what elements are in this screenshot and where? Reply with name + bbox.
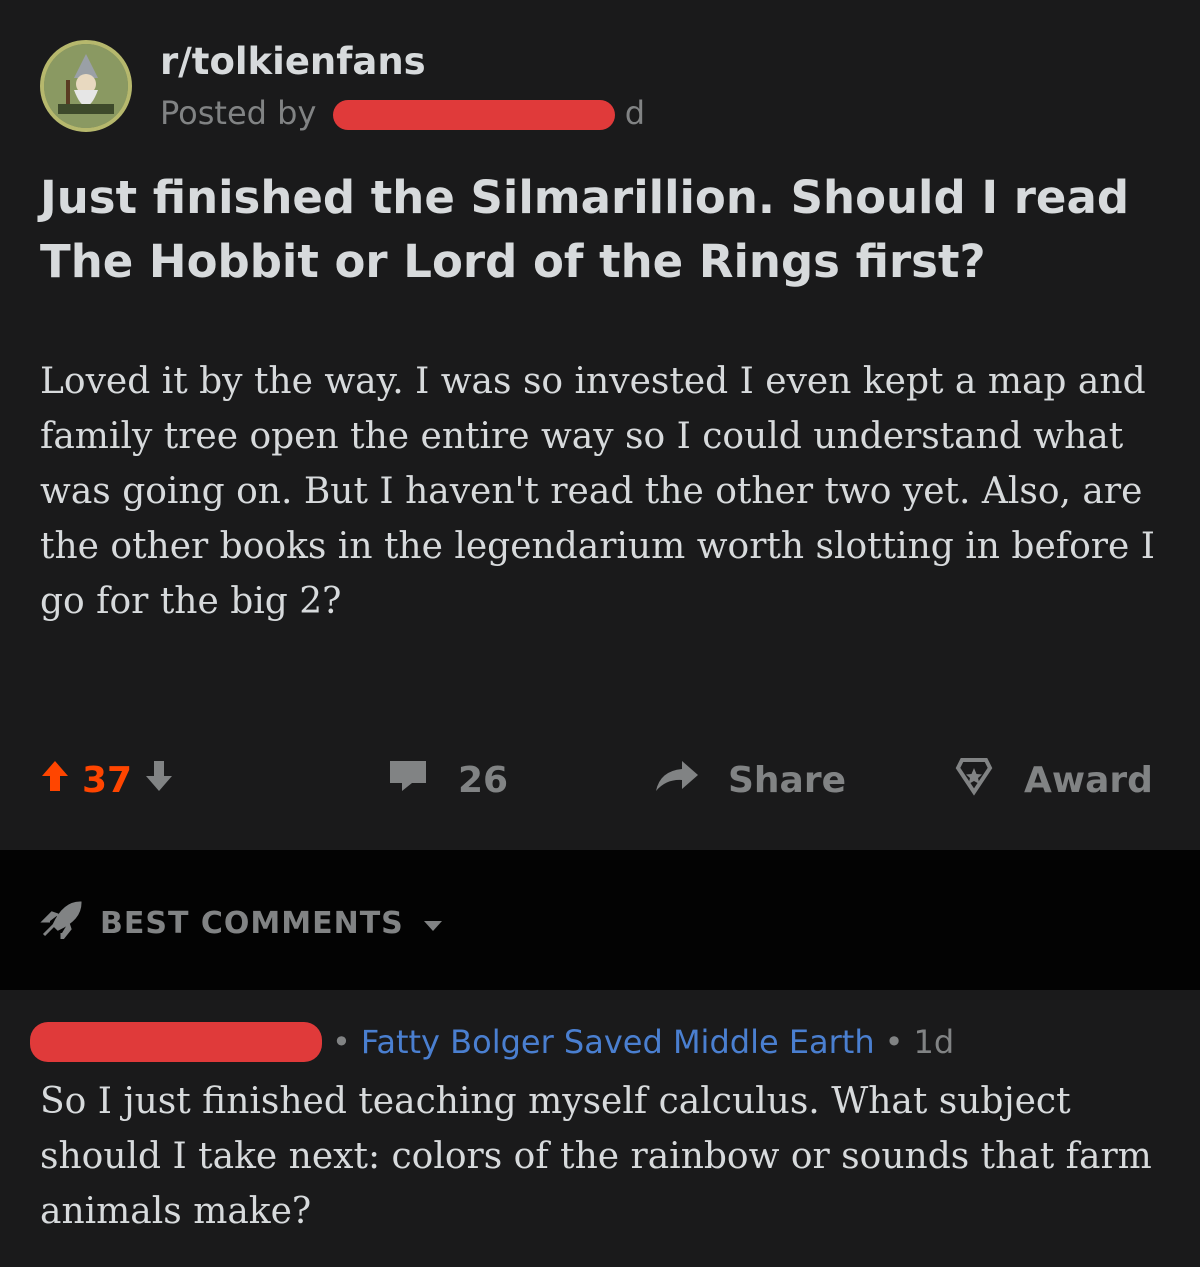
share-icon [654,759,700,802]
award-icon [954,756,994,805]
rocket-icon [40,899,84,947]
post-age: d [624,94,646,132]
downvote-icon[interactable] [144,759,174,802]
caret-down-icon [422,906,444,941]
meta-separator: • [332,1023,351,1061]
redacted-username [332,100,615,130]
post-title[interactable]: Just finished the Silmarillion. Should I… [40,166,1170,294]
share-button[interactable]: Share [654,750,846,810]
comment-meta: • Fatty Bolger Saved Middle Earth • 1d [30,1012,1180,1072]
comment: • Fatty Bolger Saved Middle Earth • 1d S… [0,990,1200,1267]
post-body: Loved it by the way. I was so invested I… [40,361,1155,622]
award-button[interactable]: Award [954,750,1153,810]
comment-body: So I just finished teaching myself calcu… [40,1081,1152,1232]
sort-label: BEST COMMENTS [100,905,404,941]
award-label: Award [1024,759,1153,801]
vote-group: 37 [40,750,174,810]
comments-sort-band: BEST COMMENTS [0,850,1200,990]
comment-sort-dropdown[interactable]: BEST COMMENTS [40,898,444,948]
post-header: r/tolkienfans Posted by d [40,38,1140,138]
comments-button[interactable]: 26 [388,750,508,810]
subreddit-avatar-icon[interactable] [40,40,132,132]
vote-count: 37 [82,759,133,801]
posted-by-row: Posted by d [160,94,645,134]
meta-separator: • [884,1023,904,1061]
subreddit-name[interactable]: r/tolkienfans [160,40,426,83]
share-label: Share [728,759,847,801]
redacted-comment-username [30,1022,322,1062]
post-card: r/tolkienfans Posted by d Just finished … [0,0,1200,850]
comment-age: 1d [913,1023,955,1061]
comments-count: 26 [458,759,509,801]
posted-by-label: Posted by [160,94,317,132]
post-actions: 37 26 Share Award [40,750,1170,810]
upvote-icon[interactable] [40,759,70,802]
user-flair: Fatty Bolger Saved Middle Earth [360,1023,875,1061]
comment-icon [388,759,428,802]
